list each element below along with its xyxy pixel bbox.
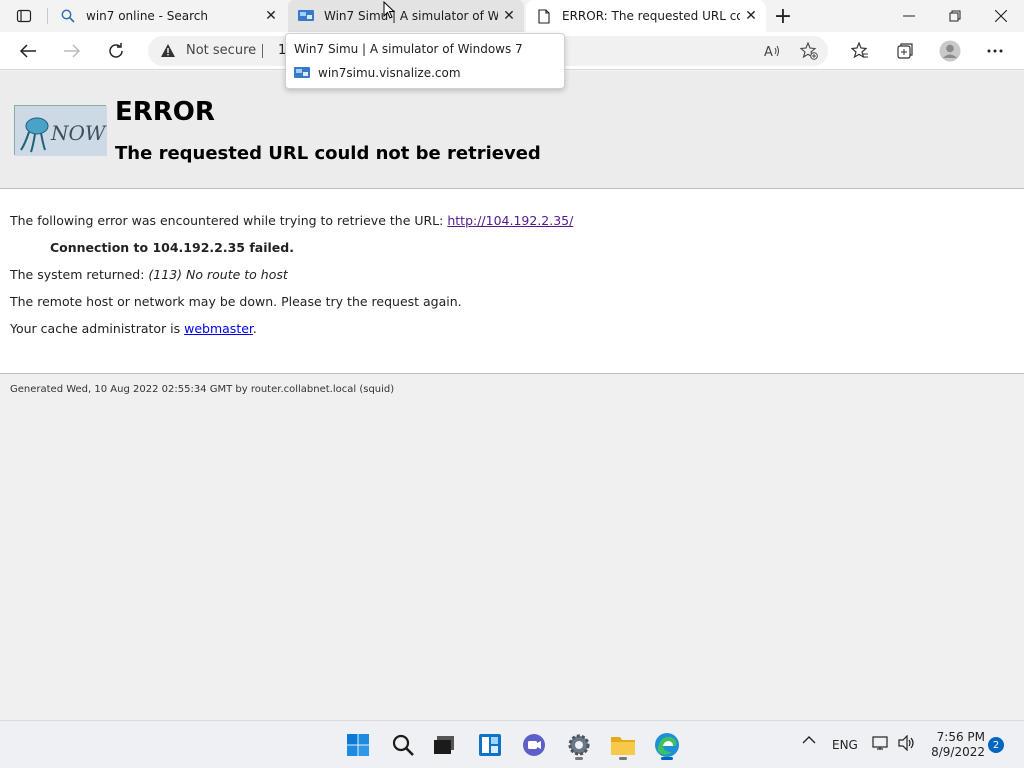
tooltip-url: win7simu.visnalize.com bbox=[318, 66, 461, 80]
tab-error-active[interactable]: ERROR: The requested URL could not be re… bbox=[526, 0, 766, 32]
favorites-icon[interactable] bbox=[845, 36, 875, 66]
collections-icon[interactable] bbox=[890, 36, 920, 66]
mouse-cursor-icon bbox=[383, 0, 396, 23]
clock-time: 7:56 PM bbox=[936, 730, 985, 744]
error-line-text: The following error was encountered whil… bbox=[10, 213, 448, 228]
webmaster-link[interactable]: webmaster bbox=[184, 321, 253, 336]
footer-generated-text: Generated Wed, 10 Aug 2022 02:55:34 GMT … bbox=[10, 384, 395, 395]
task-view-icon[interactable] bbox=[428, 729, 460, 761]
error-footer: Generated Wed, 10 Aug 2022 02:55:34 GMT … bbox=[0, 373, 1024, 720]
system-returned-line: The system returned: (113) No route to h… bbox=[10, 267, 288, 282]
widgets-icon[interactable] bbox=[474, 729, 506, 761]
minimize-icon[interactable] bbox=[886, 0, 932, 32]
error-heading: ERROR bbox=[115, 97, 215, 127]
tab-separator bbox=[47, 8, 48, 24]
security-label[interactable]: Not secure bbox=[186, 43, 256, 58]
tab-strip: win7 online - Search ✕ Win7 Simu | A sim… bbox=[0, 0, 1024, 32]
back-arrow-icon[interactable] bbox=[13, 36, 43, 66]
active-indicator bbox=[661, 757, 673, 760]
system-returned-value: (113) No route to host bbox=[148, 267, 288, 282]
profile-avatar-icon[interactable] bbox=[935, 36, 965, 66]
cache-admin-suffix: . bbox=[252, 321, 257, 336]
tab-actions-icon[interactable] bbox=[8, 4, 40, 28]
error-line-url: The following error was encountered whil… bbox=[10, 213, 573, 228]
tab-search[interactable]: win7 online - Search ✕ bbox=[50, 0, 286, 32]
settings-icon[interactable] bbox=[563, 729, 595, 761]
taskbar: ENG 7:56 PM 8/9/2022 bbox=[0, 720, 1024, 768]
failed-url-link[interactable]: http://104.192.2.35/ bbox=[447, 213, 573, 228]
volume-icon[interactable] bbox=[898, 735, 916, 751]
tooltip-title: Win7 Simu | A simulator of Windows 7 bbox=[294, 42, 523, 56]
running-indicator bbox=[575, 757, 583, 760]
search-icon[interactable] bbox=[387, 729, 419, 761]
add-favorite-icon[interactable] bbox=[799, 41, 819, 61]
close-tab-icon[interactable]: ✕ bbox=[740, 5, 762, 27]
notification-badge[interactable]: 2 bbox=[988, 737, 1004, 753]
refresh-icon[interactable] bbox=[101, 36, 131, 66]
page-icon bbox=[536, 8, 552, 24]
tab-title: Win7 Simu | A simulator of Windows 7 bbox=[324, 9, 498, 23]
file-explorer-icon[interactable] bbox=[607, 729, 639, 761]
clock-date: 8/9/2022 bbox=[931, 745, 985, 759]
restore-icon[interactable] bbox=[932, 0, 978, 32]
warning-icon[interactable] bbox=[160, 43, 176, 62]
close-tab-icon[interactable]: ✕ bbox=[498, 5, 520, 27]
win7-favicon-icon bbox=[298, 8, 314, 24]
cache-admin-label: Your cache administrator is bbox=[10, 321, 185, 336]
tab-title: ERROR: The requested URL could not be re… bbox=[562, 9, 740, 23]
tab-hover-card: Win7 Simu | A simulator of Windows 7 win… bbox=[285, 33, 565, 89]
edge-icon[interactable] bbox=[651, 729, 683, 761]
read-aloud-icon[interactable]: A bbox=[762, 41, 782, 61]
page-content: NOW ERROR The requested URL could not be… bbox=[0, 71, 1024, 720]
win7-favicon-icon bbox=[294, 65, 310, 84]
new-tab-icon[interactable]: + bbox=[770, 3, 796, 29]
running-indicator bbox=[619, 757, 627, 760]
close-tab-icon[interactable]: ✕ bbox=[260, 5, 282, 27]
system-returned-label: The system returned: bbox=[10, 267, 149, 282]
chat-icon[interactable] bbox=[518, 729, 550, 761]
more-menu-icon[interactable] bbox=[980, 36, 1010, 66]
address-separator bbox=[262, 44, 263, 58]
network-icon[interactable] bbox=[872, 735, 890, 751]
forward-arrow-icon[interactable] bbox=[57, 36, 87, 66]
error-subheading: The requested URL could not be retrieved bbox=[115, 143, 541, 164]
cache-admin-line: Your cache administrator is webmaster. bbox=[10, 321, 257, 336]
system-clock[interactable]: 7:56 PM 8/9/2022 bbox=[925, 730, 985, 760]
tab-title: win7 online - Search bbox=[86, 9, 208, 23]
close-window-icon[interactable] bbox=[978, 0, 1024, 32]
svg-text:A: A bbox=[764, 45, 773, 58]
show-hidden-icons-chevron-icon[interactable] bbox=[802, 735, 816, 745]
tab-win7simu[interactable]: Win7 Simu | A simulator of Windows 7 ✕ bbox=[288, 0, 524, 32]
language-indicator[interactable]: ENG bbox=[832, 738, 858, 752]
connection-failed-text: Connection to 104.192.2.35 failed. bbox=[50, 240, 294, 255]
remote-host-text: The remote host or network may be down. … bbox=[10, 294, 462, 309]
squid-logo-icon: NOW bbox=[14, 105, 107, 156]
start-icon[interactable] bbox=[342, 729, 374, 761]
svg-text:NOW: NOW bbox=[50, 121, 107, 145]
search-icon bbox=[60, 8, 76, 24]
